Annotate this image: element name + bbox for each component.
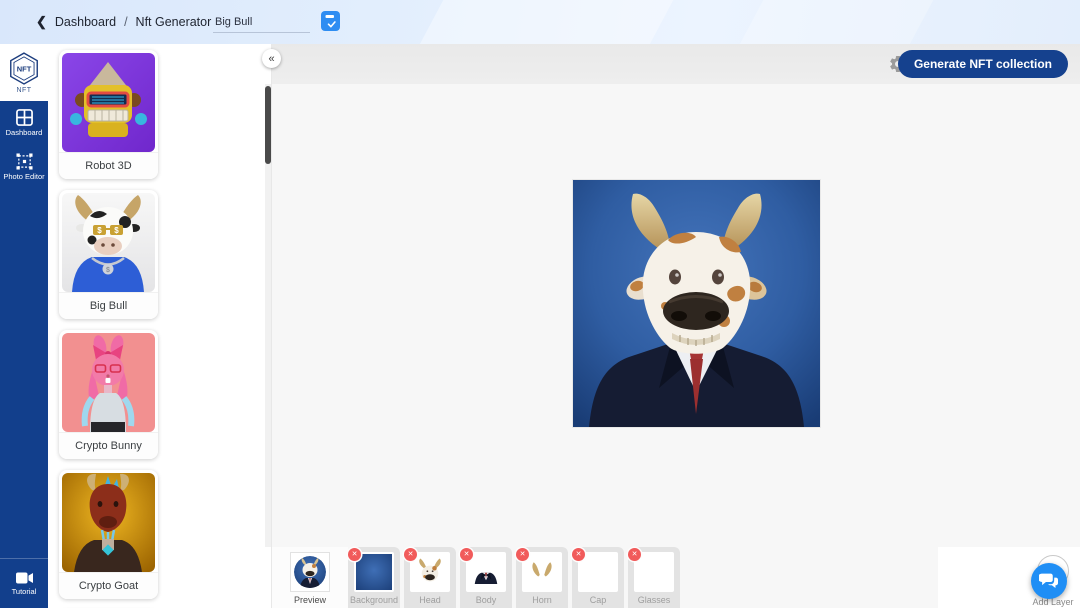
remove-layer-icon[interactable]: ✕ [516,548,529,561]
head-layer-tile [410,552,450,592]
template-card-label: Crypto Goat [59,572,158,599]
body-layer-tile [466,552,506,592]
layer-slot-horn[interactable]: ✕ Horn [516,547,568,608]
topbar-decoration [720,0,950,44]
logo-label: NFT [16,86,32,94]
svg-text:$: $ [114,226,119,235]
topbar-decoration [400,0,690,44]
layer-slot-body[interactable]: ✕ Body [460,547,512,608]
layer-label: Glasses [637,595,671,605]
video-camera-icon [15,572,33,583]
layer-label: Horn [532,595,552,605]
crypto-goat-thumbnail [62,473,155,572]
breadcrumb-section[interactable]: Dashboard [55,15,116,29]
collection-name-input[interactable] [213,11,310,33]
template-card-crypto-bunny[interactable]: Crypto Bunny [59,330,158,459]
chat-fab-button[interactable] [1031,563,1067,599]
sidebar-item-label: Dashboard [5,128,43,138]
template-card-big-bull[interactable]: $ $ $ Big Bull [59,190,158,319]
glasses-layer-tile [634,552,674,592]
sidebar: NFT NFT Dashboard Photo Editor Tutorial [0,44,48,608]
template-card-label: Big Bull [59,292,158,319]
layer-slot-glasses[interactable]: ✕ Glasses [628,547,680,608]
layer-slot-background[interactable]: ✕ Background [348,547,400,608]
layer-label: Head [419,595,441,605]
app-logo[interactable]: NFT NFT [0,44,48,101]
editor-main: Generate NFT collection Preview ✕ Backgr… [272,44,1080,608]
breadcrumb: ❮ Dashboard / Nft Generator [36,0,211,44]
add-layer-zone: + Add Layer [938,547,1080,608]
logo-text: NFT [17,64,32,73]
panel-scrollbar-thumb[interactable] [265,86,271,164]
layer-slot-head[interactable]: ✕ Head [404,547,456,608]
sidebar-item-label: Tutorial [11,586,37,596]
robot-3d-thumbnail [62,53,155,152]
body-thumbnail [474,572,498,584]
layers-bar: Preview ✕ Background ✕ Head ✕ Body ✕ Hor… [272,547,1080,608]
sidebar-item-label: Photo Editor [3,172,45,182]
editor-toolbar: Generate NFT collection [272,44,1080,84]
layer-label: Cap [589,595,607,605]
template-card-label: Crypto Bunny [59,432,158,459]
background-layer-tile [354,552,394,592]
save-check-icon [321,11,340,31]
nft-preview-image [573,180,820,427]
remove-layer-icon[interactable]: ✕ [348,548,361,561]
sidebar-item-dashboard[interactable]: Dashboard [0,101,48,145]
dashboard-grid-icon [15,109,33,127]
remove-layer-icon[interactable]: ✕ [460,548,473,561]
svg-text:$: $ [106,267,110,274]
collapse-panel-button[interactable]: « [262,49,281,68]
back-icon[interactable]: ❮ [36,14,47,30]
save-name-button[interactable] [321,11,340,31]
chat-bubbles-icon [1039,573,1058,589]
nft-generator-app: ❮ Dashboard / Nft Generator NFT NFT [0,0,1080,608]
sidebar-item-photo-editor[interactable]: Photo Editor [0,145,48,189]
horn-thumbnail [532,562,552,577]
sidebar-item-tutorial[interactable]: Tutorial [0,558,48,608]
big-bull-thumbnail: $ $ $ [62,193,155,292]
remove-layer-icon[interactable]: ✕ [628,548,641,561]
preview-tile [290,552,330,592]
remove-layer-icon[interactable]: ✕ [404,548,417,561]
generate-nft-collection-button[interactable]: Generate NFT collection [897,50,1068,78]
top-bar: ❮ Dashboard / Nft Generator [0,0,1080,44]
layer-label: Body [475,595,497,605]
horn-layer-tile [522,552,562,592]
panel-scrollbar-track [265,84,271,547]
svg-text:$: $ [97,226,102,235]
layer-slot-cap[interactable]: ✕ Cap [572,547,624,608]
nft-hexagon-logo-icon: NFT [10,51,38,85]
preview-thumbnail [294,556,326,588]
layer-label: Background [349,595,399,605]
template-card-robot-3d[interactable]: Robot 3D [59,50,158,179]
template-card-crypto-goat[interactable]: Crypto Goat [59,470,158,599]
breadcrumb-separator: / [124,15,128,29]
preview-slot[interactable]: Preview [272,547,348,608]
photo-editor-transform-icon [15,153,33,170]
template-card-list: Robot 3D $ $ $ Big Bull Crypto Bunny Cry… [59,50,261,608]
remove-layer-icon[interactable]: ✕ [572,548,585,561]
preview-label: Preview [293,595,326,605]
head-thumbnail [419,558,441,582]
templates-panel: Robot 3D $ $ $ Big Bull Crypto Bunny Cry… [48,44,272,608]
breadcrumb-page: Nft Generator [135,15,212,29]
background-thumbnail [356,554,392,590]
template-card-label: Robot 3D [59,152,158,179]
cap-layer-tile [578,552,618,592]
crypto-bunny-thumbnail [62,333,155,432]
